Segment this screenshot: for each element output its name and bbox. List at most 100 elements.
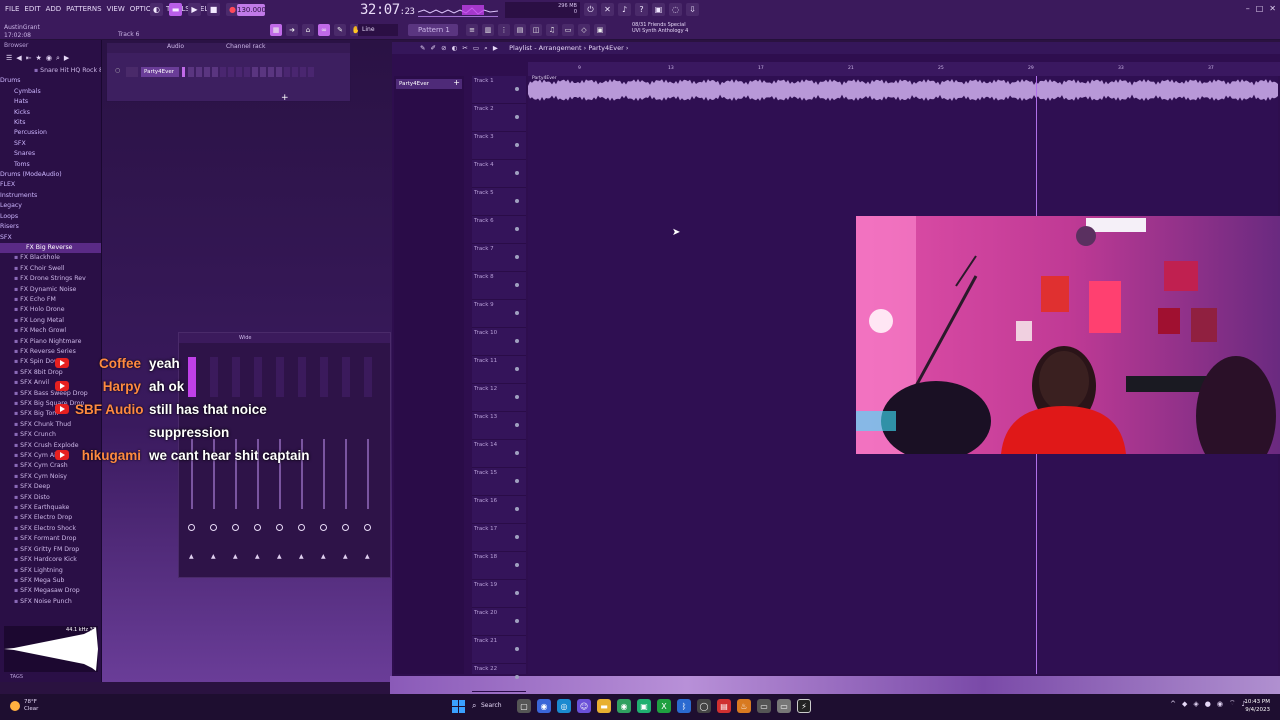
track-mute-led[interactable] (515, 563, 519, 567)
browser-file-item[interactable]: FX Mech Growl (0, 326, 101, 336)
browser-folder[interactable]: Drums (0, 76, 101, 86)
app-icon[interactable]: ▣ (637, 699, 651, 713)
tool-play-icon[interactable]: ▶ (493, 44, 498, 52)
browser-file-item[interactable]: SFX Electro Shock (0, 524, 101, 534)
tool-icon[interactable]: ✕ (601, 3, 614, 16)
play-icon[interactable]: ▶ (188, 3, 201, 16)
browser-file-item[interactable]: Snare Hit HQ Rock 84 (0, 66, 101, 76)
pan-knob[interactable] (298, 524, 305, 531)
mic-record-icon[interactable]: ♫ (546, 24, 558, 36)
browser-file-item[interactable]: FX Long Metal (0, 316, 101, 326)
taskbar-app-icon-2[interactable]: ▭ (777, 699, 791, 713)
route-arrow-icon[interactable]: ▲ (189, 553, 194, 560)
browser-file-item[interactable]: FX Drone Strings Rev (0, 274, 101, 284)
playlist-header[interactable]: ✎ ✐ ⊘ ◐ ✂ ▭ ⌕ ▶ Playlist - Arrangement ›… (392, 42, 1280, 54)
browser-file-item[interactable]: SFX Disto (0, 493, 101, 503)
step-button[interactable] (276, 67, 282, 77)
track-header[interactable]: Track 14 (472, 440, 526, 468)
tool-brush-icon[interactable]: ✐ (431, 44, 436, 52)
taskbar-search[interactable]: Search (471, 699, 511, 713)
browser-file-item[interactable]: SFX Formant Drop (0, 534, 101, 544)
track-header[interactable]: Track 12 (472, 384, 526, 412)
arrangement-name[interactable]: Party4Ever (588, 44, 623, 52)
browser-file-item[interactable]: SFX Hardcore Kick (0, 555, 101, 565)
browser-icon[interactable]: ▭ (562, 24, 574, 36)
step-button[interactable] (260, 67, 266, 77)
browser-file-item[interactable]: SFX Noise Punch (0, 597, 101, 607)
route-arrow-icon[interactable]: ▲ (211, 553, 216, 560)
browser-file-item[interactable]: FX Dynamic Noise (0, 285, 101, 295)
track-mute-led[interactable] (515, 591, 519, 595)
mixer-header[interactable]: Wide (179, 333, 390, 343)
step-button[interactable] (292, 67, 298, 77)
collapse-icon[interactable]: ⇤ (26, 54, 32, 64)
route-arrow-icon[interactable]: ▲ (255, 553, 260, 560)
browser-subfolder[interactable]: Toms (0, 160, 101, 170)
route-arrow-icon[interactable]: ▲ (233, 553, 238, 560)
track-mute-led[interactable] (515, 115, 519, 119)
playlist-icon[interactable]: ≡ (466, 24, 478, 36)
step-button[interactable] (220, 67, 226, 77)
news-panel[interactable]: 08/31 Friends Special UVI Synth Antholog… (632, 22, 688, 34)
tool-pencil-icon[interactable]: ✎ (420, 44, 425, 52)
step-button[interactable] (284, 67, 290, 77)
browser-file-item[interactable]: SFX Megasaw Drop (0, 586, 101, 596)
browser-subfolder[interactable]: Cymbals (0, 87, 101, 97)
channel-pan-knob[interactable] (126, 67, 138, 77)
track-header[interactable]: Track 13 (472, 412, 526, 440)
pattern-song-toggle[interactable]: ◐ (150, 3, 163, 16)
maximize-icon[interactable]: □ (1256, 4, 1264, 13)
browser-folder[interactable]: FLEX (0, 180, 101, 190)
step-button[interactable] (196, 67, 202, 77)
browser-subfolder[interactable]: Hats (0, 97, 101, 107)
track-header[interactable]: Track 9 (472, 300, 526, 328)
pan-knob[interactable] (232, 524, 239, 531)
pan-knob[interactable] (320, 524, 327, 531)
taskbar-app-icon-3[interactable]: ⚡ (797, 699, 811, 713)
track-mute-led[interactable] (515, 507, 519, 511)
step-button[interactable] (236, 67, 242, 77)
route-arrow-icon[interactable]: ▲ (277, 553, 282, 560)
metronome-icon[interactable]: ⌂ (302, 24, 314, 36)
track-header[interactable]: Track 6 (472, 216, 526, 244)
pan-knob[interactable] (342, 524, 349, 531)
step-button[interactable] (308, 67, 314, 77)
track-header[interactable]: Track 18 (472, 552, 526, 580)
link-icon[interactable]: ∞ (318, 24, 330, 36)
browser-folder[interactable]: Instruments (0, 191, 101, 201)
star-icon[interactable]: ★ (36, 54, 42, 64)
track-header[interactable]: Track 17 (472, 524, 526, 552)
tags-label[interactable]: TAGS (10, 674, 23, 680)
windows-start-icon[interactable] (452, 699, 465, 713)
track-header[interactable]: Track 4 (472, 160, 526, 188)
chrome-icon[interactable]: ◉ (617, 699, 631, 713)
browser-subfolder[interactable]: Kits (0, 118, 101, 128)
tool-mute-icon[interactable]: ◐ (452, 44, 458, 52)
track-header[interactable]: Track 19 (472, 580, 526, 608)
add-channel-icon[interactable]: + (281, 93, 289, 103)
browser-file-item[interactable]: SFX Mega Sub (0, 576, 101, 586)
browser-file-item[interactable]: SFX Deep (0, 482, 101, 492)
pencil-icon[interactable]: ✎ (334, 24, 346, 36)
channel-rack-header[interactable]: Audio Channel rack (107, 43, 350, 53)
pan-knob[interactable] (254, 524, 261, 531)
arrow-right-icon[interactable]: ▶ (64, 54, 69, 64)
browser-file-item[interactable]: FX Holo Drone (0, 305, 101, 315)
pan-knob[interactable] (364, 524, 371, 531)
track-mute-led[interactable] (515, 423, 519, 427)
browser-file-item[interactable]: SFX Gritty FM Drop (0, 545, 101, 555)
channel-select-led[interactable] (182, 67, 185, 77)
track-header[interactable]: Track 7 (472, 244, 526, 272)
browser-subfolder[interactable]: Kicks (0, 108, 101, 118)
minimize-icon[interactable]: – (1246, 4, 1250, 13)
pattern-selector[interactable]: Pattern 1 (408, 24, 458, 36)
track-header[interactable]: Track 20 (472, 608, 526, 636)
teams-icon[interactable]: ◉ (537, 699, 551, 713)
tray-app-icon-2[interactable]: ◈ (1193, 700, 1198, 708)
browser-folder[interactable]: Risers (0, 222, 101, 232)
audio-clip-waveform[interactable] (528, 78, 1278, 102)
step-button[interactable] (300, 67, 306, 77)
save-icon[interactable]: ▣ (652, 3, 665, 16)
wifi-icon[interactable]: ⌔ (1229, 699, 1236, 708)
pattern-item[interactable]: Party4Ever (396, 79, 462, 89)
